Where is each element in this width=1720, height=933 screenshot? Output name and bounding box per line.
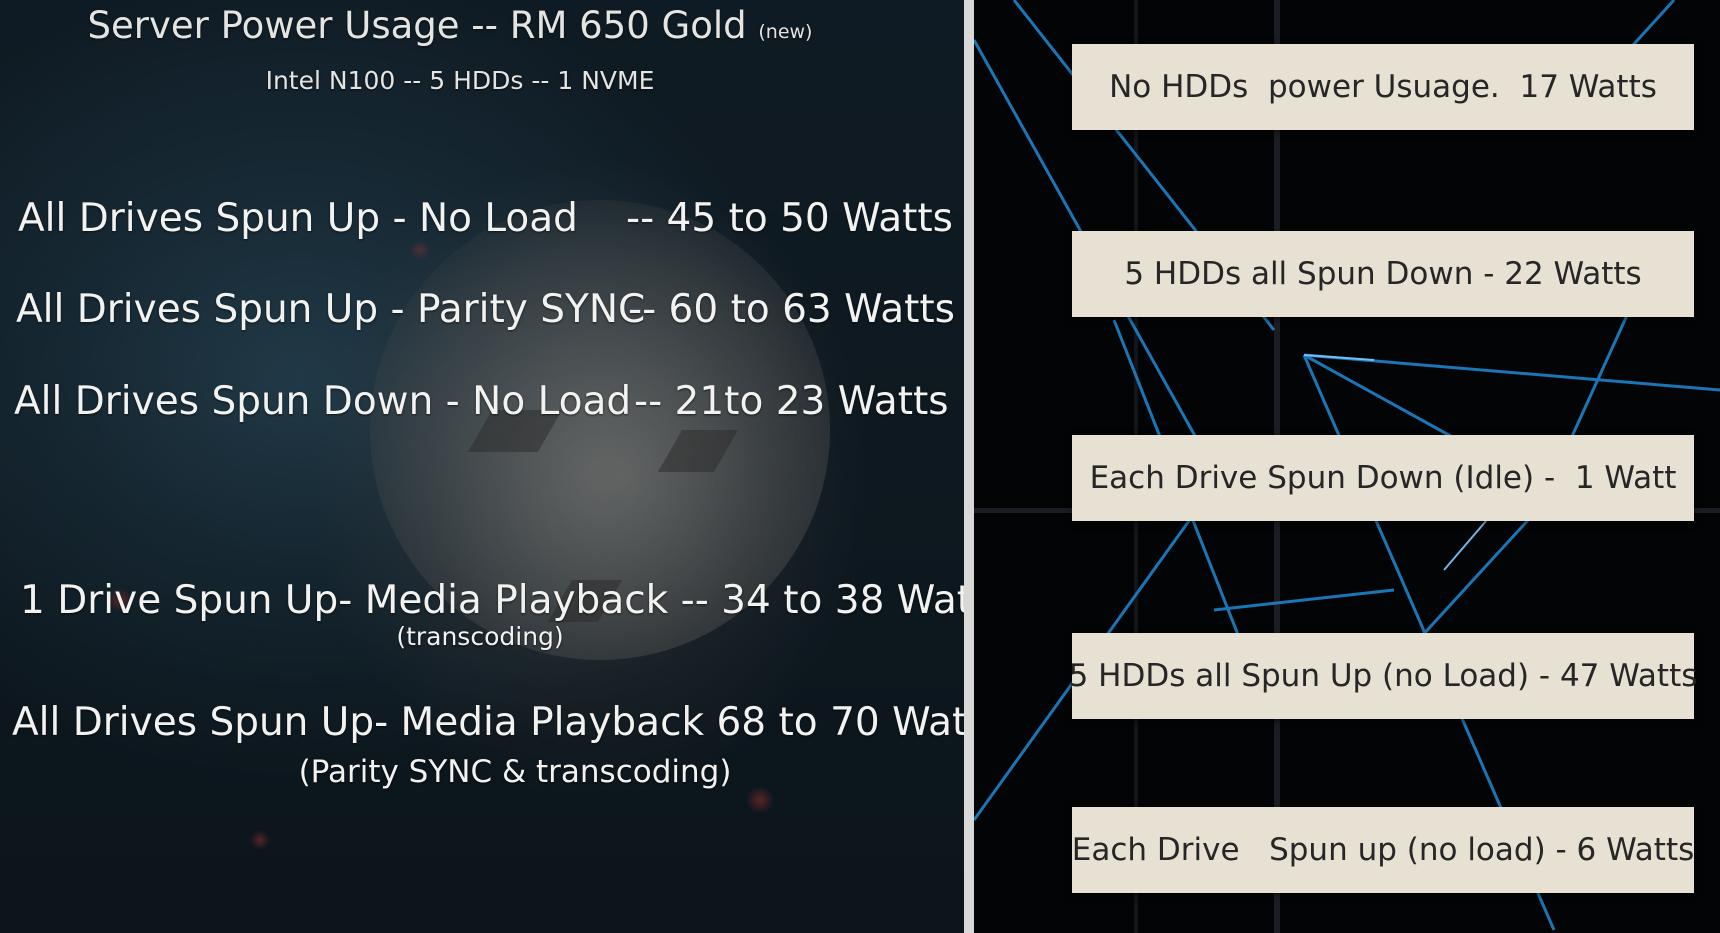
page-title: Server Power Usage -- RM 650 Gold (new) [87, 4, 813, 47]
usage-label: All Drives Spun Up - No Load [18, 196, 578, 241]
power-card-drive-idle: Each Drive Spun Down (Idle) - 1 Watt [1072, 435, 1694, 521]
panel-divider [964, 0, 974, 933]
power-card-hdds-spun-down: 5 HDDs all Spun Down - 22 Watts [1072, 231, 1694, 317]
page-subtitle: Intel N100 -- 5 HDDs -- 1 NVME [265, 66, 655, 95]
usage-row-4-note: (transcoding) [396, 622, 564, 651]
usage-row-5: All Drives Spun Up- Media Playback 68 to… [12, 700, 964, 745]
left-panel: Server Power Usage -- RM 650 Gold (new) … [0, 0, 964, 933]
usage-row-2: All Drives Spun Up - Parity SYNC -- 60 t… [16, 287, 955, 332]
usage-value: -- 60 to 63 Watts [628, 287, 956, 332]
usage-row-4: 1 Drive Spun Up- Media Playback -- 34 to… [20, 578, 964, 623]
usage-row-3: All Drives Spun Down - No Load -- 21to 2… [14, 379, 949, 424]
usage-value: -- 45 to 50 Watts [626, 196, 954, 241]
power-card-no-hdds: No HDDs power Usuage. 17 Watts [1072, 44, 1694, 130]
usage-value: -- 21to 23 Watts [634, 379, 949, 424]
right-panel: No HDDs power Usuage. 17 Watts 5 HDDs al… [974, 0, 1720, 933]
power-card-drive-spun-up: Each Drive Spun up (no load) - 6 Watts [1072, 807, 1694, 893]
usage-label: All Drives Spun Down - No Load [14, 379, 632, 424]
power-card-hdds-spun-up: 5 HDDs all Spun Up (no Load) - 47 Watts [1069, 633, 1697, 719]
usage-row-5-note: (Parity SYNC & transcoding) [298, 754, 732, 790]
usage-label: All Drives Spun Up - Parity SYNC [16, 287, 646, 332]
usage-row-1: All Drives Spun Up - No Load -- 45 to 50… [18, 196, 953, 241]
